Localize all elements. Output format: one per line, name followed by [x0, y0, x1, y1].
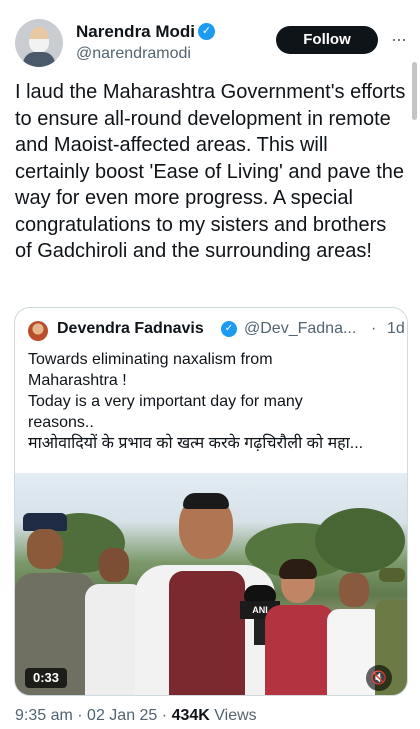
woman-figure	[265, 559, 335, 695]
separator-dot: ·	[161, 707, 168, 724]
verified-badge-icon: ✓	[221, 321, 237, 337]
avatar-beard	[29, 39, 49, 53]
quoted-text-line: माओवादियों के प्रभाव को खत्म करके गढ़चिर…	[28, 435, 364, 452]
tweet-date[interactable]: 02 Jan 25	[87, 707, 157, 724]
scrollbar[interactable]	[412, 62, 417, 120]
verified-badge-icon: ✓	[198, 23, 215, 40]
tweet-time[interactable]: 9:35 am	[15, 707, 73, 724]
quoted-text-line: Today is a very important day for many	[28, 393, 303, 410]
quoted-author-handle: @Dev_Fadna...	[244, 320, 357, 337]
quoted-author-avatar[interactable]	[28, 321, 48, 341]
more-options-icon[interactable]: ···	[391, 29, 407, 50]
quoted-text-line: reasons..	[28, 414, 94, 431]
separator-dot: ·	[371, 320, 377, 337]
quoted-tweet[interactable]: Devendra Fadnavis ✓ @Dev_Fadna... · 1d T…	[14, 307, 408, 696]
video-player[interactable]: ANI 0:33 🔇	[15, 473, 407, 695]
avatar-body	[23, 52, 55, 67]
follow-button[interactable]: Follow	[276, 26, 378, 54]
tweet-text: I laud the Maharashtra Government's effo…	[15, 81, 406, 262]
tweet-meta: 9:35 am · 02 Jan 25 · 434K Views	[15, 707, 257, 725]
quoted-author-name: Devendra Fadnavis	[57, 320, 204, 337]
tweet-header: Narendra Modi ✓ @narendramodi Follow ···	[0, 0, 420, 70]
views-label: Views	[214, 707, 257, 724]
quoted-timestamp[interactable]: 1d	[387, 320, 405, 338]
views-count: 434K	[171, 707, 210, 724]
author-avatar[interactable]	[15, 19, 63, 67]
quoted-text: Towards eliminating naxalism from Mahara…	[28, 349, 398, 454]
author-handle[interactable]: @narendramodi	[76, 45, 191, 63]
muted-speaker-icon[interactable]: 🔇	[366, 665, 392, 691]
quoted-text-line: Towards eliminating naxalism from	[28, 351, 273, 368]
author-name[interactable]: Narendra Modi	[76, 22, 195, 42]
video-duration-badge: 0:33	[25, 668, 67, 688]
separator-dot: ·	[77, 707, 83, 724]
quoted-text-line: Maharashtra !	[28, 372, 127, 389]
